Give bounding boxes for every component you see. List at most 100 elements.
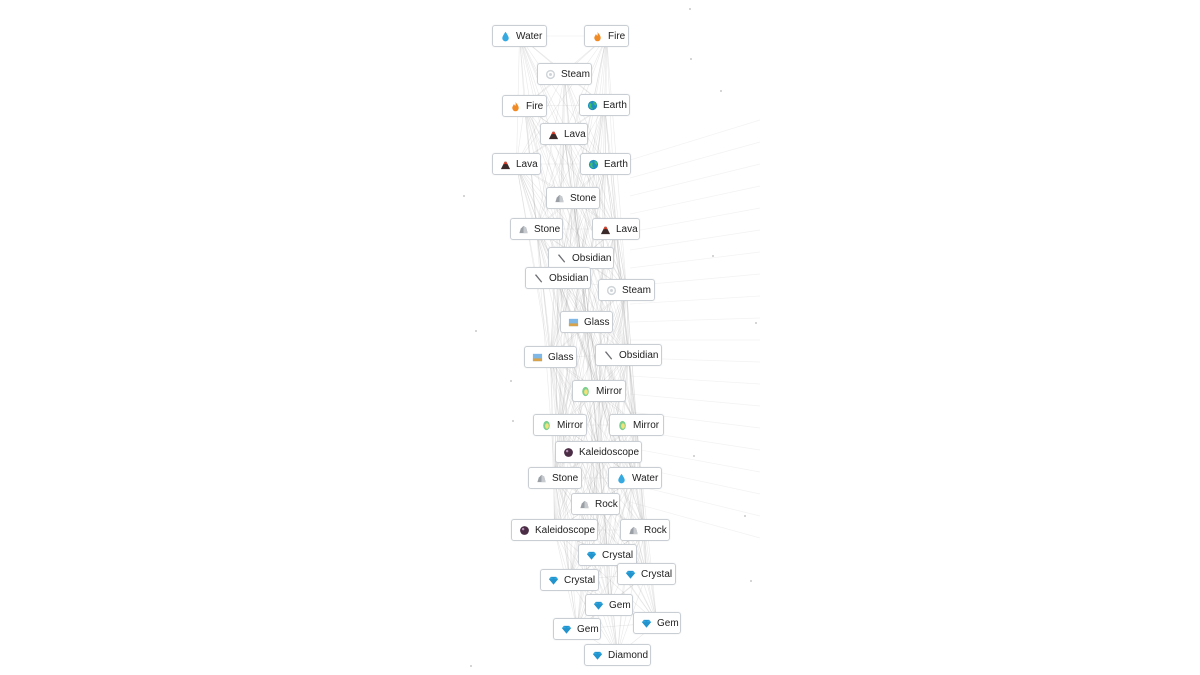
rock-icon (536, 473, 547, 484)
element-label: Mirror (557, 419, 584, 431)
background-dot (693, 455, 695, 457)
volcano-icon (548, 129, 559, 140)
obsidian-icon (533, 273, 544, 284)
element-node-kaleidoscope[interactable]: Kaleidoscope (511, 519, 598, 541)
gem-icon (593, 600, 604, 611)
element-label: Kaleidoscope (579, 446, 640, 458)
glass-icon (568, 317, 579, 328)
element-node-steam[interactable]: Steam (598, 279, 655, 301)
element-label: Crystal (641, 568, 673, 580)
element-label: Lava (516, 158, 538, 170)
element-node-steam[interactable]: Steam (537, 63, 592, 85)
element-node-earth[interactable]: Earth (580, 153, 631, 175)
element-label: Mirror (633, 419, 660, 431)
background-ray (629, 393, 761, 407)
fire-icon (592, 31, 603, 42)
steam-icon (545, 69, 556, 80)
element-node-water[interactable]: Water (492, 25, 547, 47)
background-dot (512, 420, 514, 422)
gem-icon (592, 650, 603, 661)
background-dot (690, 58, 692, 60)
element-node-crystal[interactable]: Crystal (540, 569, 599, 591)
element-node-rock[interactable]: Rock (620, 519, 670, 541)
volcano-icon (500, 159, 511, 170)
element-node-rock[interactable]: Rock (571, 493, 620, 515)
element-label: Gem (609, 599, 631, 611)
element-label: Lava (616, 223, 638, 235)
connection-line (524, 105, 574, 199)
kaleidoscope-icon (519, 525, 530, 536)
background-dot (750, 580, 752, 582)
element-label: Steam (561, 68, 590, 80)
obsidian-icon (603, 350, 614, 361)
element-node-stone[interactable]: Stone (546, 187, 600, 209)
element-node-stone[interactable]: Stone (528, 467, 582, 489)
background-dot (463, 195, 465, 197)
element-node-glass[interactable]: Glass (560, 311, 613, 333)
rock-icon (554, 193, 565, 204)
element-label: Mirror (596, 385, 623, 397)
background-ray (629, 375, 761, 385)
element-node-kaleidoscope[interactable]: Kaleidoscope (555, 441, 642, 463)
element-node-lava[interactable]: Lava (492, 153, 541, 175)
background-dot (510, 380, 512, 382)
background-ray (629, 119, 761, 161)
element-label: Gem (657, 617, 679, 629)
volcano-icon (600, 224, 611, 235)
mirror-icon (580, 386, 591, 397)
element-label: Stone (534, 223, 561, 235)
background-dot (720, 90, 722, 92)
element-label: Water (632, 472, 659, 484)
element-node-obsidian[interactable]: Obsidian (548, 247, 614, 269)
element-label: Glass (584, 316, 610, 328)
element-label: Earth (603, 99, 627, 111)
element-label: Stone (552, 472, 579, 484)
kaleidoscope-icon (563, 447, 574, 458)
droplet-icon (616, 473, 627, 484)
element-label: Gem (577, 623, 599, 635)
element-node-mirror[interactable]: Mirror (609, 414, 664, 436)
element-node-crystal[interactable]: Crystal (617, 563, 676, 585)
element-node-obsidian[interactable]: Obsidian (525, 267, 591, 289)
background-ray (629, 317, 761, 323)
background-dot (755, 322, 757, 324)
element-node-glass[interactable]: Glass (524, 346, 577, 368)
element-label: Rock (644, 524, 667, 536)
element-node-gem[interactable]: Gem (633, 612, 681, 634)
element-node-mirror[interactable]: Mirror (572, 380, 626, 402)
background-ray (629, 185, 761, 215)
element-node-stone[interactable]: Stone (510, 218, 563, 240)
background-dot (744, 515, 746, 517)
mirror-icon (617, 420, 628, 431)
element-node-earth[interactable]: Earth (579, 94, 630, 116)
earth-icon (588, 159, 599, 170)
element-label: Obsidian (572, 252, 612, 264)
element-node-gem[interactable]: Gem (585, 594, 633, 616)
element-label: Fire (526, 100, 544, 112)
crafting-canvas[interactable]: Water Fire Steam Fire Earth Lava Lava Earth Ston… (0, 0, 1200, 675)
background-ray (629, 207, 761, 233)
element-label: Earth (604, 158, 628, 170)
element-label: Diamond (608, 649, 649, 661)
element-node-gem[interactable]: Gem (553, 618, 601, 640)
background-dot (689, 8, 691, 10)
element-node-fire[interactable]: Fire (502, 95, 547, 117)
steam-icon (606, 285, 617, 296)
element-node-water[interactable]: Water (608, 467, 662, 489)
background-dot (475, 330, 477, 332)
droplet-icon (500, 31, 511, 42)
element-node-mirror[interactable]: Mirror (533, 414, 587, 436)
background-ray (629, 141, 761, 179)
element-node-lava[interactable]: Lava (592, 218, 640, 240)
element-node-obsidian[interactable]: Obsidian (595, 344, 662, 366)
element-node-diamond[interactable]: Diamond (584, 644, 651, 666)
gem-icon (548, 575, 559, 586)
rock-icon (579, 499, 590, 510)
element-label: Fire (608, 30, 626, 42)
element-node-fire[interactable]: Fire (584, 25, 629, 47)
rock-icon (518, 224, 529, 235)
element-label: Rock (595, 498, 618, 510)
gem-icon (586, 550, 597, 561)
element-node-lava[interactable]: Lava (540, 123, 588, 145)
element-label: Crystal (602, 549, 634, 561)
